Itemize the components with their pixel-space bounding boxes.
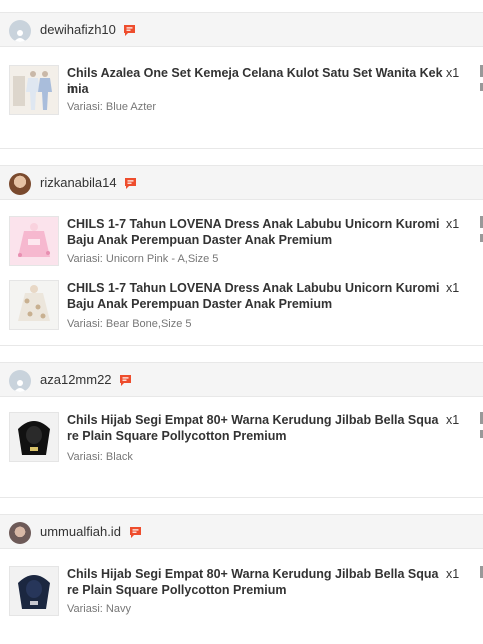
chat-icon[interactable] [123, 24, 136, 37]
buyer-username[interactable]: rizkanabila14 [40, 175, 117, 191]
order-item[interactable]: Chils Hijab Segi Empat 80+ Warna Kerudun… [0, 566, 483, 624]
divider [0, 345, 483, 346]
item-quantity: x1 [446, 281, 460, 295]
divider [0, 497, 483, 498]
order-item[interactable]: Chils Azalea One Set Kemeja Celana Kulot… [0, 65, 483, 123]
default-avatar-icon[interactable] [9, 370, 31, 392]
order-header: ummualfiah.id [0, 514, 483, 549]
order-item[interactable]: CHILS 1-7 Tahun LOVENA Dress Anak Labubu… [0, 216, 483, 274]
item-quantity: x1 [446, 66, 460, 80]
item-variant: Variasi: Blue Azter [67, 101, 157, 113]
item-variant: Variasi: Bear Bone,Size 5 [67, 318, 192, 330]
item-quantity: x1 [446, 567, 460, 581]
product-thumbnail[interactable] [9, 65, 59, 115]
product-name[interactable]: Chils Hijab Segi Empat 80+ Warna Kerudun… [67, 566, 443, 598]
product-thumbnail[interactable] [9, 412, 59, 462]
product-name[interactable]: CHILS 1-7 Tahun LOVENA Dress Anak Labubu… [67, 280, 443, 312]
buyer-username[interactable]: ummualfiah.id [40, 524, 121, 540]
default-avatar-icon[interactable] [9, 20, 31, 42]
item-variant: Variasi: Navy [67, 603, 131, 615]
order-header: dewihafizh10 [0, 12, 483, 47]
order-item[interactable]: CHILS 1-7 Tahun LOVENA Dress Anak Labubu… [0, 280, 483, 338]
order-header: aza12mm22 [0, 362, 483, 397]
buyer-username[interactable]: aza12mm22 [40, 372, 112, 388]
product-thumbnail[interactable] [9, 280, 59, 330]
product-thumbnail[interactable] [9, 216, 59, 266]
buyer-username[interactable]: dewihafizh10 [40, 22, 116, 38]
user-avatar[interactable] [9, 173, 31, 195]
product-name-tail: n [67, 82, 75, 96]
item-variant: Variasi: Black [67, 451, 133, 463]
chat-icon[interactable] [129, 526, 142, 539]
order-item[interactable]: Chils Hijab Segi Empat 80+ Warna Kerudun… [0, 412, 483, 470]
user-avatar[interactable] [9, 522, 31, 544]
chat-icon[interactable] [119, 374, 132, 387]
product-name[interactable]: Chils Hijab Segi Empat 80+ Warna Kerudun… [67, 412, 443, 444]
item-quantity: x1 [446, 413, 460, 427]
chat-icon[interactable] [124, 177, 137, 190]
item-quantity: x1 [446, 217, 460, 231]
order-header: rizkanabila14 [0, 165, 483, 200]
product-thumbnail[interactable] [9, 566, 59, 616]
divider [0, 148, 483, 149]
product-name[interactable]: CHILS 1-7 Tahun LOVENA Dress Anak Labubu… [67, 216, 443, 248]
item-variant: Variasi: Unicorn Pink - A,Size 5 [67, 253, 219, 265]
